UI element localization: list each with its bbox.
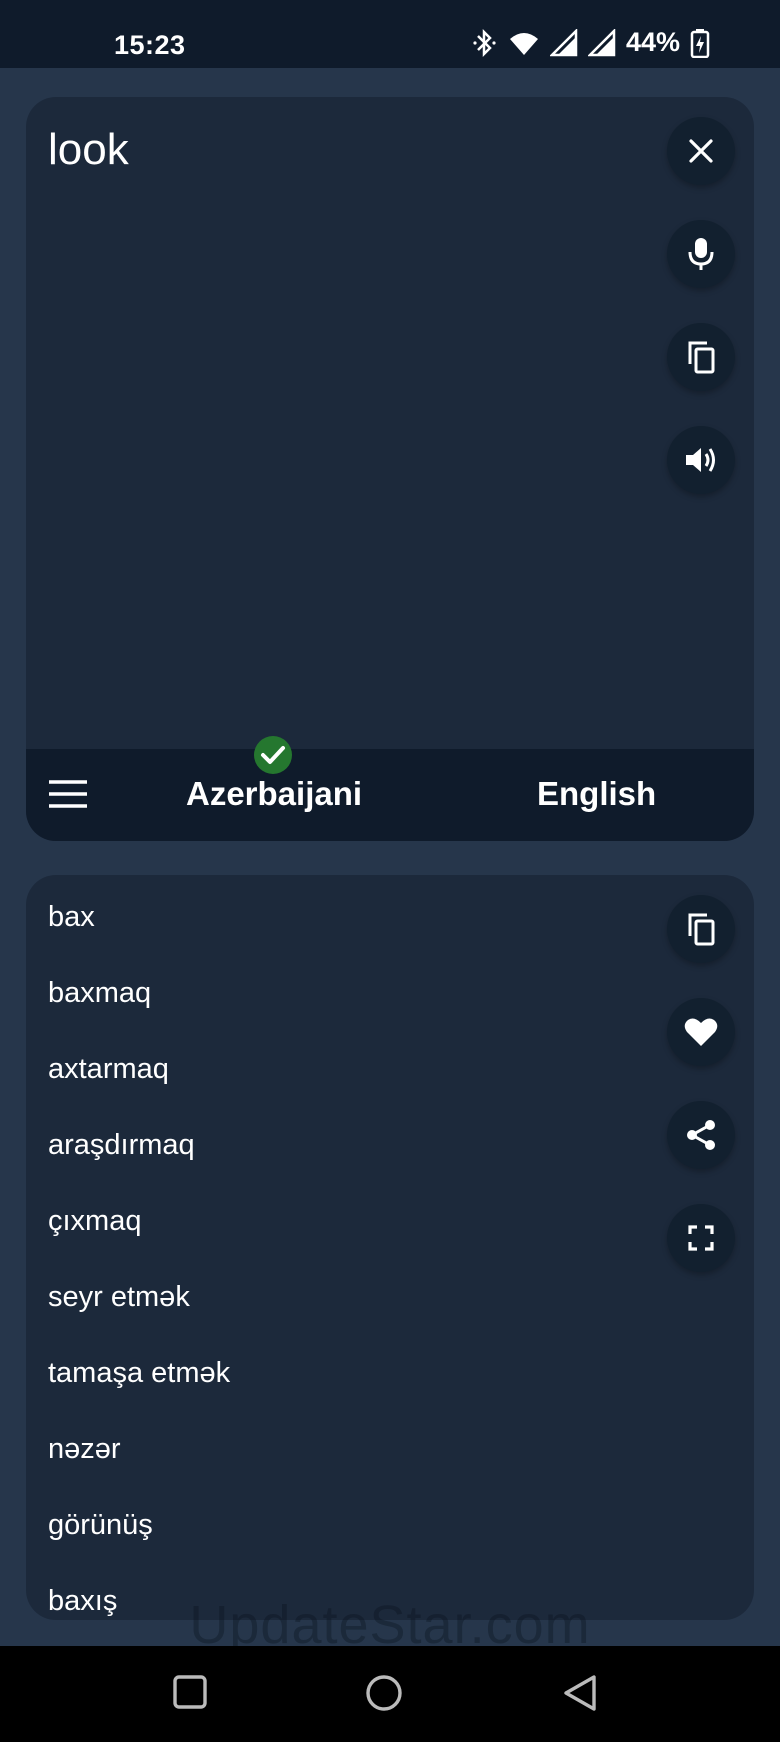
list-item[interactable]: tamaşa etmək [48, 1353, 230, 1429]
close-icon [687, 137, 715, 165]
heart-icon [684, 1017, 718, 1047]
list-item[interactable]: nəzər [48, 1429, 230, 1505]
copy-icon [686, 340, 716, 374]
copy-output-button[interactable] [667, 895, 735, 963]
signal-icon [587, 28, 616, 57]
fullscreen-icon [688, 1225, 714, 1251]
list-item[interactable]: baxmaq [48, 973, 230, 1049]
voice-input-button[interactable] [667, 220, 735, 288]
wifi-icon [508, 29, 540, 57]
share-button[interactable] [667, 1101, 735, 1169]
copy-input-button[interactable] [667, 323, 735, 391]
status-bar: 15:23 44% [0, 0, 780, 68]
copy-icon [686, 912, 716, 946]
home-icon[interactable] [365, 1674, 403, 1717]
check-icon [254, 736, 292, 774]
language-bar: Azerbaijani English [26, 736, 754, 841]
list-item[interactable]: seyr etmək [48, 1277, 230, 1353]
list-item[interactable]: bax [48, 897, 230, 973]
menu-icon[interactable] [48, 779, 88, 814]
input-card: look Azerbaijani English [26, 97, 754, 841]
share-icon [685, 1119, 717, 1151]
output-card: bax baxmaq axtarmaq araşdırmaq çıxmaq se… [26, 875, 754, 1620]
back-icon[interactable] [562, 1674, 598, 1717]
status-time: 15:23 [114, 30, 186, 60]
list-item[interactable]: görünüş [48, 1505, 230, 1581]
list-item[interactable]: araşdırmaq [48, 1125, 230, 1201]
signal-icon [549, 28, 578, 57]
source-language[interactable]: Azerbaijani [186, 775, 362, 813]
battery-charging-icon [690, 28, 710, 58]
fullscreen-button[interactable] [667, 1204, 735, 1272]
translation-results: bax baxmaq axtarmaq araşdırmaq çıxmaq se… [48, 897, 230, 1620]
recents-icon[interactable] [172, 1674, 208, 1715]
favorite-button[interactable] [667, 998, 735, 1066]
speaker-icon [684, 445, 718, 475]
list-item[interactable]: çıxmaq [48, 1201, 230, 1277]
bluetooth-icon [472, 28, 498, 58]
list-item[interactable]: axtarmaq [48, 1049, 230, 1125]
microphone-icon [687, 237, 715, 271]
navigation-bar [0, 1646, 780, 1742]
speak-input-button[interactable] [667, 426, 735, 494]
clear-button[interactable] [667, 117, 735, 185]
target-language[interactable]: English [537, 775, 656, 813]
battery-percent: 44% [625, 27, 680, 57]
input-text-field[interactable]: look [48, 125, 129, 175]
status-icons: 44% [472, 27, 710, 58]
